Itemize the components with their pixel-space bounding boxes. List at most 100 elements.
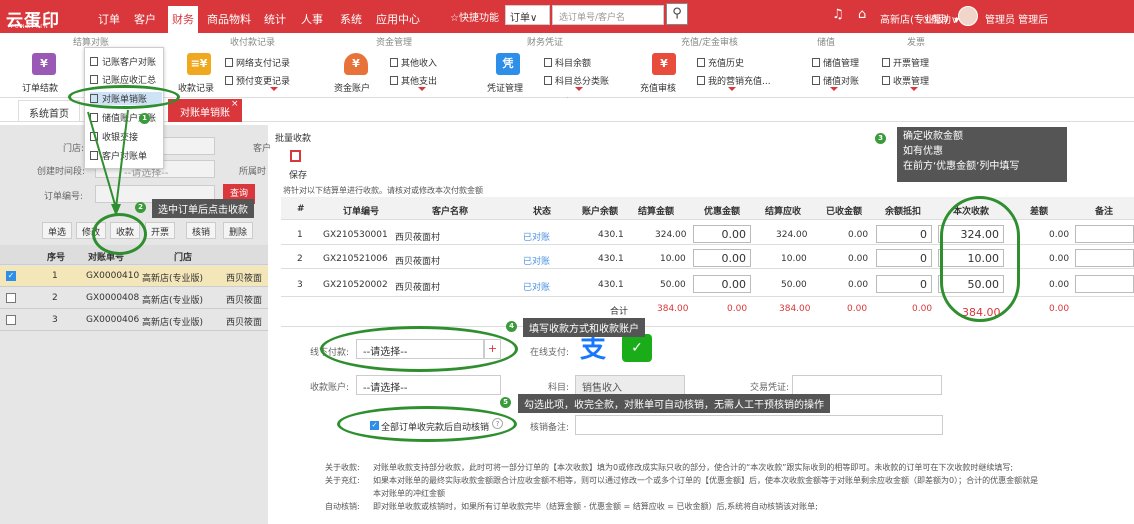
discount-input[interactable]: 0.00 — [693, 249, 751, 267]
owner-label: 所属时 — [239, 167, 267, 177]
search-type-select[interactable]: 订单∨ — [505, 5, 550, 25]
subject-balance[interactable]: 科目余额 — [544, 56, 591, 69]
other-expense[interactable]: 其他支出 — [390, 74, 437, 87]
row-customer: 西贝筱面 — [226, 274, 263, 284]
remark-input[interactable] — [1075, 249, 1134, 267]
total-receivable: 384.00 — [779, 304, 811, 314]
payment-records-button[interactable]: 收款记录 — [178, 81, 214, 94]
avatar[interactable] — [958, 6, 978, 26]
row-customer: 西贝筱面 — [226, 296, 263, 306]
row-received: 0.00 — [848, 230, 869, 240]
prepay-change-records[interactable]: 预付变更记录 — [225, 74, 290, 87]
money-icon[interactable]: ¥ — [32, 53, 56, 75]
chevron-down-icon[interactable] — [575, 87, 583, 91]
bell-icon[interactable]: ♫ — [832, 7, 844, 22]
doc-icon — [697, 58, 705, 67]
voucher-management-button[interactable]: 凭证管理 — [487, 81, 523, 94]
table-row[interactable]: 3 GX0000406 高新店(专业版) 西贝筱面 — [0, 310, 268, 331]
chevron-down-icon[interactable] — [830, 87, 838, 91]
chevron-down-icon[interactable] — [418, 87, 426, 91]
nav-customers[interactable]: 客户 — [134, 11, 156, 27]
save-icon[interactable] — [290, 150, 301, 162]
row-status[interactable]: 已对账 — [523, 254, 550, 267]
row-difference: 0.00 — [1049, 254, 1070, 264]
delete-button[interactable]: 删除 — [223, 222, 254, 239]
checkbox-checked-icon[interactable]: ✓ — [6, 271, 16, 281]
recharge-review-button[interactable]: 充值审核 — [640, 81, 676, 94]
close-icon[interactable]: × — [231, 99, 239, 109]
step-1-badge: 1 — [139, 113, 150, 124]
header-index: 序号 — [47, 253, 66, 263]
other-income[interactable]: 其他收入 — [390, 56, 437, 69]
table-row[interactable]: 2 GX0000408 高新店(专业版) 西贝筱面 — [0, 288, 268, 309]
balance-deduct-input[interactable]: 0 — [876, 275, 932, 293]
single-select-button[interactable]: 单选 — [42, 222, 73, 239]
alipay-icon[interactable]: 支 — [578, 334, 608, 364]
marketing-recharge[interactable]: 我的营销充值... — [697, 74, 771, 87]
doc-icon — [812, 58, 820, 67]
remark-input[interactable] — [1075, 275, 1134, 293]
online-payment-records[interactable]: 网络支付记录 — [225, 56, 290, 69]
receipt-icon[interactable]: ≡¥ — [187, 53, 211, 75]
recharge-history[interactable]: 充值历史 — [697, 56, 744, 69]
home-icon[interactable]: ⌂ — [858, 7, 866, 22]
col-order-no: 订单编号 — [343, 207, 380, 217]
chevron-down-icon[interactable] — [910, 87, 918, 91]
checkbox[interactable] — [6, 315, 16, 325]
nav-orders[interactable]: 订单 — [98, 11, 120, 27]
invoice-button[interactable]: 开票 — [145, 222, 176, 239]
nav-hr[interactable]: 人事 — [301, 11, 323, 27]
account-select[interactable]: --请选择-- — [356, 375, 501, 395]
wechat-pay-icon[interactable]: ✓ — [622, 334, 652, 362]
recharge-icon[interactable]: ¥ — [652, 53, 676, 75]
annotation-step-5: 勾选此项，收完全款，对账单可自动核销，无需人工干预核销的操作 — [518, 394, 830, 413]
user-menu[interactable]: 管理员 管理后 — [985, 11, 1048, 26]
note-redflush-title: 关于充红: — [325, 476, 360, 485]
search-icon[interactable]: ⚲ — [666, 3, 688, 25]
remark-label: 核销备注: — [530, 423, 570, 433]
row-status[interactable]: 已对账 — [523, 280, 550, 293]
discount-input[interactable]: 0.00 — [693, 275, 751, 293]
nav-app-center[interactable]: 应用中心 — [376, 11, 420, 27]
subject-general-ledger[interactable]: 科目总分类账 — [544, 74, 609, 87]
group-title-stored-value: 储值 — [817, 38, 836, 48]
balance-deduct-input[interactable]: 0 — [876, 249, 932, 267]
save-button[interactable]: 保存 — [289, 168, 307, 181]
settle-orders-button[interactable]: 订单结款 — [22, 81, 58, 94]
col-difference: 差额 — [1030, 207, 1049, 217]
chevron-down-icon[interactable] — [270, 87, 278, 91]
writeoff-button[interactable]: 核销 — [186, 222, 217, 239]
search-input[interactable]: 选订单号/客户名 — [552, 5, 664, 25]
voucher-input[interactable] — [792, 375, 942, 395]
wallet-icon[interactable]: ¥ — [344, 53, 368, 75]
nav-finance[interactable]: 财务 — [168, 6, 198, 33]
menu-item-customer-account-reconcile[interactable]: 记账客户对账 — [90, 55, 156, 68]
nav-system[interactable]: 系统 — [340, 11, 362, 27]
balance-deduct-input[interactable]: 0 — [876, 225, 932, 243]
row-status[interactable]: 已对账 — [523, 230, 550, 243]
invoice-receive-management[interactable]: 收票管理 — [882, 74, 929, 87]
created-period-label: 创建时间段: — [37, 167, 86, 177]
writeoff-remark-input[interactable] — [575, 415, 943, 435]
stored-value-reconciliation[interactable]: 储值对账 — [812, 74, 859, 87]
row-settle-amount: 324.00 — [655, 230, 687, 240]
table-row[interactable]: ✓ 1 GX0000410 高新店(专业版) 西贝筱面 — [0, 266, 268, 287]
quick-functions-button[interactable]: ☆快捷功能 — [450, 9, 499, 24]
row-store: 高新店(专业版) — [142, 274, 204, 284]
chevron-down-icon[interactable] — [728, 87, 736, 91]
col-customer: 客户名称 — [432, 207, 469, 217]
row-customer: 西贝莜面村 — [395, 233, 441, 243]
nav-statistics[interactable]: 统计 — [264, 11, 286, 27]
discount-input[interactable]: 0.00 — [693, 225, 751, 243]
voucher-icon[interactable]: 凭 — [496, 53, 520, 75]
stored-value-management[interactable]: 储值管理 — [812, 56, 859, 69]
fund-accounts-button[interactable]: 资金账户 — [334, 81, 370, 94]
tab-home[interactable]: 系统首页 — [18, 100, 80, 122]
nav-products[interactable]: 商品物料 — [207, 11, 251, 27]
row-customer: 西贝筱面 — [226, 318, 263, 328]
note-redflush-text-2: 本对账单的冲红金额 — [373, 489, 445, 498]
checkbox[interactable] — [6, 293, 16, 303]
help-menu[interactable]: ⑦帮助 ▾ — [922, 11, 959, 26]
remark-input[interactable] — [1075, 225, 1134, 243]
invoice-issue-management[interactable]: 开票管理 — [882, 56, 929, 69]
